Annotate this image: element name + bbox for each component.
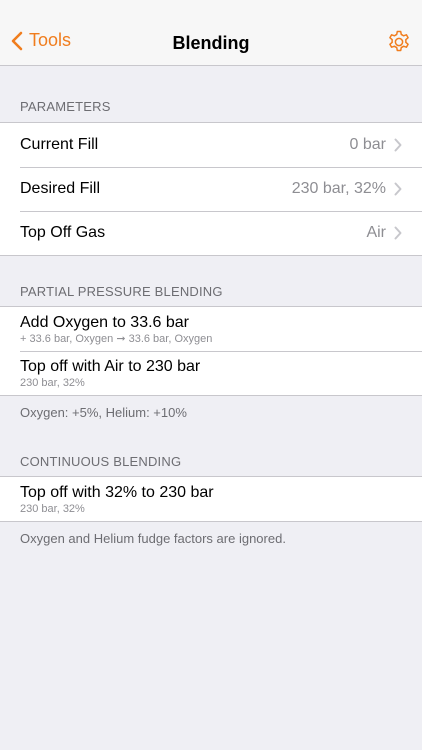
parameters-group: Current Fill 0 bar Desired Fill 230 bar,… bbox=[0, 122, 422, 256]
navigation-bar: Tools Blending bbox=[0, 0, 422, 66]
fudge-factor-note: Oxygen: +5%, Helium: +10% bbox=[20, 405, 187, 420]
step-detail: 230 bar, 32% bbox=[20, 502, 85, 515]
current-fill-row[interactable]: Current Fill 0 bar bbox=[0, 123, 422, 167]
chevron-right-icon bbox=[394, 138, 402, 152]
step-title: Add Oxygen to 33.6 bar bbox=[20, 313, 189, 331]
section-header-continuous: Continuous Blending bbox=[20, 454, 182, 469]
continuous-note: Oxygen and Helium fudge factors are igno… bbox=[20, 531, 286, 546]
step-title: Top off with Air to 230 bar bbox=[20, 357, 201, 375]
desired-fill-row[interactable]: Desired Fill 230 bar, 32% bbox=[0, 167, 422, 211]
gear-icon[interactable] bbox=[386, 29, 412, 55]
partial-pressure-group: Add Oxygen to 33.6 bar + 33.6 bar, Oxyge… bbox=[0, 306, 422, 396]
step-detail: + 33.6 bar, Oxygen ➞ 33.6 bar, Oxygen bbox=[20, 332, 213, 345]
continuous-top-off-step: Top off with 32% to 230 bar 230 bar, 32% bbox=[0, 477, 422, 521]
continuous-group: Top off with 32% to 230 bar 230 bar, 32% bbox=[0, 476, 422, 522]
step-detail: 230 bar, 32% bbox=[20, 376, 85, 389]
chevron-right-icon bbox=[394, 182, 402, 196]
section-header-parameters: Parameters bbox=[20, 99, 111, 114]
page-title: Blending bbox=[172, 33, 250, 53]
row-value: 0 bar bbox=[349, 136, 386, 153]
row-label: Desired Fill bbox=[20, 180, 101, 197]
add-oxygen-step: Add Oxygen to 33.6 bar + 33.6 bar, Oxyge… bbox=[0, 307, 422, 351]
section-header-partial-pressure: Partial Pressure Blending bbox=[20, 284, 223, 299]
step-title: Top off with 32% to 230 bar bbox=[20, 483, 214, 501]
top-off-air-step: Top off with Air to 230 bar 230 bar, 32% bbox=[0, 351, 422, 395]
row-label: Top Off Gas bbox=[20, 224, 106, 241]
row-value: 230 bar, 32% bbox=[291, 180, 386, 197]
chevron-right-icon bbox=[394, 226, 402, 240]
row-label: Current Fill bbox=[20, 136, 99, 153]
row-value: Air bbox=[366, 224, 386, 241]
top-off-gas-row[interactable]: Top Off Gas Air bbox=[0, 211, 422, 255]
